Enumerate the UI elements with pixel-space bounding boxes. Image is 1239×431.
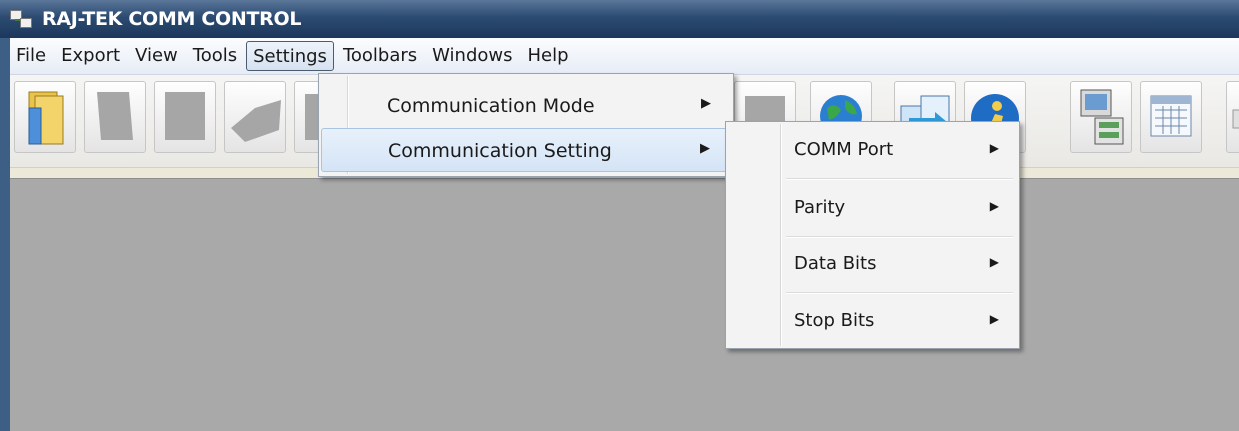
menu-toolbars[interactable]: Toolbars xyxy=(337,41,423,71)
submenu-item-stop-bits[interactable]: Stop Bits ▶ xyxy=(782,293,1017,349)
menu-item-label: Communication Setting xyxy=(388,140,612,162)
toolbar-button-4[interactable] xyxy=(224,81,286,153)
submenu-item-label: Data Bits xyxy=(794,253,877,274)
disabled-icon xyxy=(231,100,281,142)
menu-item-communication-mode[interactable]: Communication Mode ▶ xyxy=(321,84,731,128)
menu-tools[interactable]: Tools xyxy=(187,41,243,71)
toolbar-button-2[interactable] xyxy=(84,81,146,153)
computer-icon xyxy=(1080,89,1124,145)
toolbar-button-folders[interactable] xyxy=(14,81,76,153)
toolbar-button-extra[interactable] xyxy=(1226,81,1239,153)
submenu-item-label: Stop Bits xyxy=(794,310,875,331)
toolbar-button-computer[interactable] xyxy=(1070,81,1132,153)
submenu-item-comm-port[interactable]: COMM Port ▶ xyxy=(782,122,1017,178)
client-area[interactable] xyxy=(10,179,1239,431)
submenu-item-parity[interactable]: Parity ▶ xyxy=(782,180,1017,236)
submenu-arrow-icon: ▶ xyxy=(989,312,999,326)
menu-view[interactable]: View xyxy=(129,41,184,71)
window-title: RAJ-TEK COMM CONTROL xyxy=(42,8,302,30)
submenu-item-label: Parity xyxy=(794,197,846,218)
toolbar-button-calendar[interactable] xyxy=(1140,81,1202,153)
disabled-icon xyxy=(165,92,205,140)
folders-icon xyxy=(28,91,64,145)
menu-windows[interactable]: Windows xyxy=(426,41,518,71)
disabled-icon xyxy=(97,92,133,140)
submenu-arrow-icon: ▶ xyxy=(989,255,999,269)
menu-help[interactable]: Help xyxy=(522,41,575,71)
submenu-arrow-icon: ▶ xyxy=(700,141,710,156)
menu-item-communication-setting[interactable]: Communication Setting ▶ xyxy=(321,128,731,172)
menu-file[interactable]: File xyxy=(10,41,52,71)
submenu-item-label: COMM Port xyxy=(794,139,894,160)
submenu-arrow-icon: ▶ xyxy=(989,199,999,213)
menu-settings[interactable]: Settings xyxy=(246,41,334,71)
toolbar-button-3[interactable] xyxy=(154,81,216,153)
menu-bar: File Export View Tools Settings Toolbars… xyxy=(10,38,1239,75)
calendar-icon xyxy=(1150,95,1192,137)
communication-setting-submenu: COMM Port ▶ Parity ▶ Data Bits ▶ Stop Bi… xyxy=(725,121,1020,349)
submenu-arrow-icon: ▶ xyxy=(989,141,999,155)
network-app-icon xyxy=(10,9,32,29)
menu-item-label: Communication Mode xyxy=(387,95,595,117)
extra-icon xyxy=(1232,109,1239,129)
submenu-item-data-bits[interactable]: Data Bits ▶ xyxy=(782,236,1017,292)
submenu-arrow-icon: ▶ xyxy=(701,96,711,111)
menu-export[interactable]: Export xyxy=(55,41,126,71)
settings-dropdown: Communication Mode ▶ Communication Setti… xyxy=(318,73,734,177)
title-bar[interactable]: RAJ-TEK COMM CONTROL xyxy=(0,0,1239,38)
